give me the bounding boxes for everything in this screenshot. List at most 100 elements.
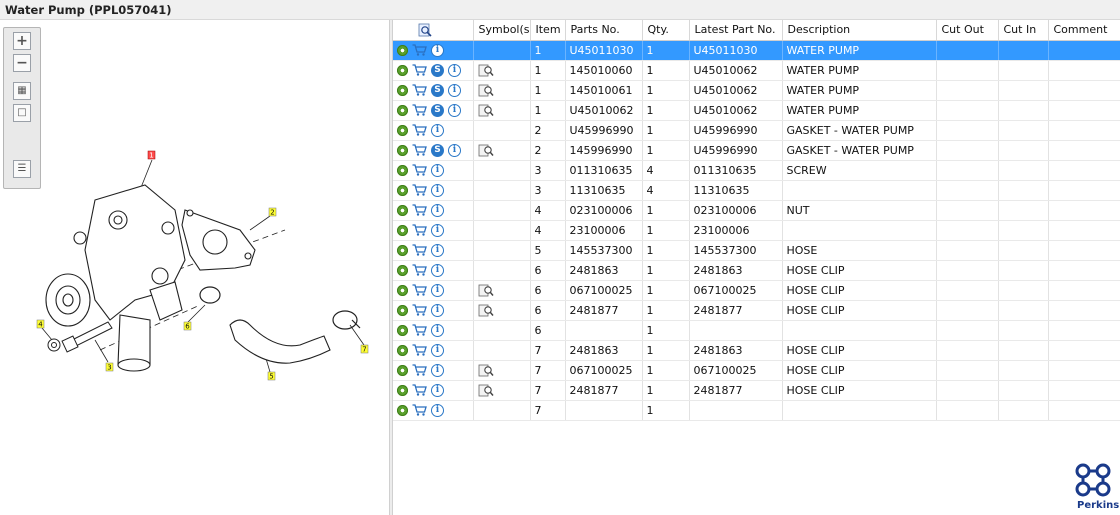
book-magnifier-icon[interactable] bbox=[478, 64, 494, 77]
cart-icon[interactable] bbox=[412, 84, 427, 96]
gear-icon[interactable] bbox=[397, 264, 408, 276]
book-magnifier-icon[interactable] bbox=[478, 364, 494, 377]
cart-icon[interactable] bbox=[412, 284, 427, 296]
info-icon[interactable]: i bbox=[431, 303, 444, 317]
info-icon[interactable]: i bbox=[431, 383, 444, 397]
table-row[interactable]: i 2 U45996990 1 U45996990 GASKET - WATER PUMP bbox=[393, 120, 1120, 141]
info-icon[interactable]: i bbox=[431, 223, 444, 237]
cart-icon[interactable] bbox=[412, 184, 427, 196]
table-row[interactable]: i 1 U45011030 1 U45011030 WATER PUMP bbox=[393, 40, 1120, 61]
table-row[interactable]: i 7 2481863 1 2481863 HOSE CLIP bbox=[393, 340, 1120, 361]
col-parts-no[interactable]: Parts No. bbox=[565, 20, 643, 41]
col-qty[interactable]: Qty. bbox=[642, 20, 690, 41]
cart-icon[interactable] bbox=[412, 204, 427, 216]
table-row[interactable]: Si 1 145010061 1 U45010062 WATER PUMP bbox=[393, 80, 1120, 101]
table-row[interactable]: i 7 2481877 1 2481877 HOSE CLIP bbox=[393, 380, 1120, 401]
cart-icon[interactable] bbox=[412, 164, 427, 176]
diagram-pane[interactable]: 1 2 3 4 5 6 7 + − ▦ □ ☰ bbox=[0, 20, 389, 515]
s-badge-icon[interactable]: S bbox=[431, 143, 444, 157]
info-icon[interactable]: i bbox=[431, 323, 444, 337]
info-icon[interactable]: i bbox=[431, 183, 444, 197]
gear-icon[interactable] bbox=[397, 244, 408, 256]
book-magnifier-icon[interactable] bbox=[478, 104, 494, 117]
cart-icon[interactable] bbox=[412, 144, 427, 156]
info-icon[interactable]: i bbox=[448, 143, 461, 157]
toggle-list-button[interactable]: ☰ bbox=[13, 160, 31, 178]
gear-icon[interactable] bbox=[397, 304, 408, 316]
s-badge-icon[interactable]: S bbox=[431, 83, 444, 97]
info-icon[interactable]: i bbox=[431, 123, 444, 137]
col-item[interactable]: Item bbox=[530, 20, 566, 41]
table-row[interactable]: i 7 067100025 1 067100025 HOSE CLIP bbox=[393, 360, 1120, 381]
cart-icon[interactable] bbox=[412, 64, 427, 76]
cart-icon[interactable] bbox=[412, 104, 427, 116]
table-row[interactable]: Si 1 U45010062 1 U45010062 WATER PUMP bbox=[393, 100, 1120, 121]
table-row[interactable]: Si 2 145996990 1 U45996990 GASKET - WATER PUM… bbox=[393, 140, 1120, 161]
fit-button[interactable]: ▦ bbox=[13, 82, 31, 100]
cart-icon[interactable] bbox=[412, 224, 427, 236]
gear-icon[interactable] bbox=[397, 124, 408, 136]
col-cut-out[interactable]: Cut Out bbox=[936, 20, 999, 41]
book-magnifier-icon[interactable] bbox=[478, 284, 494, 297]
table-row[interactable]: i 3 011310635 4 011310635 SCREW bbox=[393, 160, 1120, 181]
book-magnifier-icon[interactable] bbox=[478, 84, 494, 97]
table-row[interactable]: i 6 067100025 1 067100025 HOSE CLIP bbox=[393, 280, 1120, 301]
col-cut-in[interactable]: Cut In bbox=[998, 20, 1049, 41]
cart-icon[interactable] bbox=[412, 264, 427, 276]
table-row[interactable]: i 5 145537300 1 145537300 HOSE bbox=[393, 240, 1120, 261]
book-magnifier-icon[interactable] bbox=[478, 384, 494, 397]
table-row[interactable]: i 6 2481877 1 2481877 HOSE CLIP bbox=[393, 300, 1120, 321]
gear-icon[interactable] bbox=[397, 184, 408, 196]
info-icon[interactable]: i bbox=[431, 403, 444, 417]
callout-5[interactable]: 5 bbox=[267, 371, 276, 381]
search-parts-icon[interactable] bbox=[418, 23, 432, 37]
info-icon[interactable]: i bbox=[431, 283, 444, 297]
actual-size-button[interactable]: □ bbox=[13, 104, 31, 122]
cart-icon[interactable] bbox=[412, 384, 427, 396]
cart-icon[interactable] bbox=[412, 344, 427, 356]
info-icon[interactable]: i bbox=[431, 343, 444, 357]
gear-icon[interactable] bbox=[397, 364, 408, 376]
gear-icon[interactable] bbox=[397, 384, 408, 396]
zoom-out-button[interactable]: − bbox=[13, 54, 31, 72]
gear-icon[interactable] bbox=[397, 144, 408, 156]
book-magnifier-icon[interactable] bbox=[478, 304, 494, 317]
callout-1[interactable]: 1 bbox=[147, 150, 156, 160]
gear-icon[interactable] bbox=[397, 104, 408, 116]
gear-icon[interactable] bbox=[397, 204, 408, 216]
info-icon[interactable]: i bbox=[448, 83, 461, 97]
cart-icon[interactable] bbox=[412, 404, 427, 416]
info-icon[interactable]: i bbox=[448, 103, 461, 117]
callout-4[interactable]: 4 bbox=[36, 319, 45, 329]
gear-icon[interactable] bbox=[397, 44, 408, 56]
gear-icon[interactable] bbox=[397, 324, 408, 336]
col-latest-part-no[interactable]: Latest Part No. bbox=[689, 20, 783, 41]
col-description[interactable]: Description bbox=[782, 20, 937, 41]
s-badge-icon[interactable]: S bbox=[431, 103, 444, 117]
gear-icon[interactable] bbox=[397, 84, 408, 96]
table-row[interactable]: Si 1 145010060 1 U45010062 WATER PUMP bbox=[393, 60, 1120, 81]
gear-icon[interactable] bbox=[397, 164, 408, 176]
gear-icon[interactable] bbox=[397, 64, 408, 76]
col-symbols[interactable]: Symbol(s) bbox=[473, 20, 531, 41]
col-actions[interactable] bbox=[393, 20, 474, 41]
cart-icon[interactable] bbox=[412, 244, 427, 256]
col-comment[interactable]: Comment bbox=[1048, 20, 1120, 41]
table-row[interactable]: i 4 23100006 1 23100006 bbox=[393, 220, 1120, 241]
gear-icon[interactable] bbox=[397, 284, 408, 296]
callout-6[interactable]: 6 bbox=[183, 321, 192, 331]
callout-7[interactable]: 7 bbox=[360, 344, 369, 354]
info-icon[interactable]: i bbox=[448, 63, 461, 77]
callout-3[interactable]: 3 bbox=[105, 362, 114, 372]
cart-icon[interactable] bbox=[412, 44, 427, 56]
info-icon[interactable]: i bbox=[431, 203, 444, 217]
zoom-in-button[interactable]: + bbox=[13, 32, 31, 50]
info-icon[interactable]: i bbox=[431, 363, 444, 377]
gear-icon[interactable] bbox=[397, 404, 408, 416]
table-row[interactable]: i 6 2481863 1 2481863 HOSE CLIP bbox=[393, 260, 1120, 281]
info-icon[interactable]: i bbox=[431, 243, 444, 257]
book-magnifier-icon[interactable] bbox=[478, 144, 494, 157]
table-row[interactable]: i 4 023100006 1 023100006 NUT bbox=[393, 200, 1120, 221]
cart-icon[interactable] bbox=[412, 304, 427, 316]
cart-icon[interactable] bbox=[412, 324, 427, 336]
